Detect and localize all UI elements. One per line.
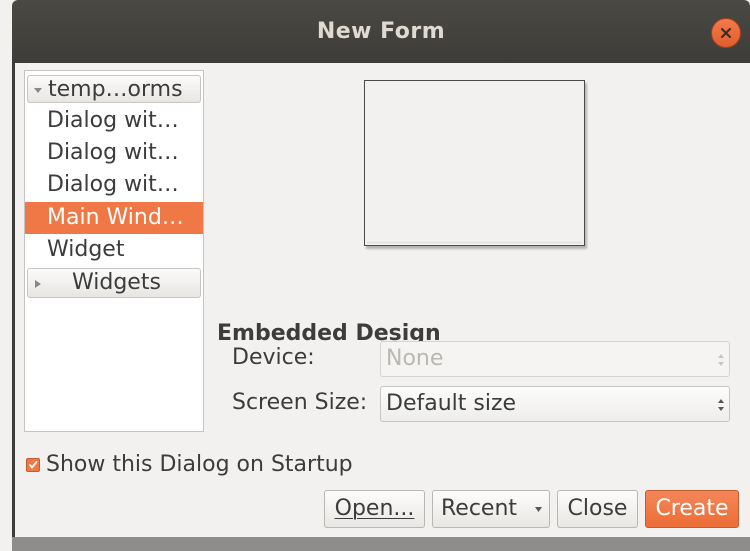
- tree-item-dialog-2[interactable]: Dialog wit…: [25, 137, 203, 169]
- close-icon: [721, 28, 731, 38]
- open-button[interactable]: Open...: [324, 490, 425, 528]
- tree-category-widgets[interactable]: Widgets: [27, 268, 201, 298]
- device-label: Device:: [232, 345, 315, 370]
- open-button-label: Open...: [334, 496, 415, 521]
- tree-category-label: temp…orms: [48, 77, 183, 102]
- checkmark-icon: [29, 461, 38, 469]
- dropdown-arrow-icon: [535, 507, 542, 512]
- updown-arrows-icon: [718, 399, 724, 411]
- title-bar: New Form: [12, 0, 750, 63]
- tree-category-label: Widgets: [72, 270, 161, 295]
- recent-button-label: Recent: [441, 496, 518, 521]
- window-title: New Form: [316, 19, 446, 44]
- tree-item-dialog-1[interactable]: Dialog wit…: [25, 105, 203, 137]
- close-button-label: Close: [567, 496, 628, 521]
- recent-button[interactable]: Recent: [432, 490, 550, 528]
- show-on-startup-checkbox[interactable]: [26, 458, 40, 472]
- tree-category-templates[interactable]: temp…orms: [27, 75, 201, 103]
- create-button-label: Create: [655, 496, 729, 521]
- form-preview-canvas: [367, 83, 582, 243]
- updown-arrows-icon: [718, 354, 724, 366]
- template-tree[interactable]: temp…orms Dialog wit… Dialog wit… Dialog…: [24, 70, 204, 432]
- tree-item-dialog-3[interactable]: Dialog wit…: [25, 169, 203, 201]
- tree-item-main-window[interactable]: Main Wind…: [25, 202, 203, 234]
- device-value: None: [386, 346, 444, 371]
- collapsed-arrow-icon: [35, 280, 41, 288]
- window-close-button[interactable]: [711, 18, 741, 48]
- screen-size-label: Screen Size:: [232, 390, 368, 415]
- window-frame-bottom: [12, 537, 750, 551]
- close-button[interactable]: Close: [557, 490, 638, 528]
- tree-item-widget[interactable]: Widget: [25, 234, 203, 266]
- create-button[interactable]: Create: [645, 490, 739, 528]
- show-on-startup-label[interactable]: Show this Dialog on Startup: [46, 452, 353, 477]
- form-preview: [364, 80, 585, 246]
- expanded-arrow-icon: [34, 88, 42, 93]
- screen-size-combo[interactable]: Default size: [380, 386, 730, 422]
- device-combo: None: [380, 341, 730, 377]
- screen-size-value: Default size: [386, 391, 517, 416]
